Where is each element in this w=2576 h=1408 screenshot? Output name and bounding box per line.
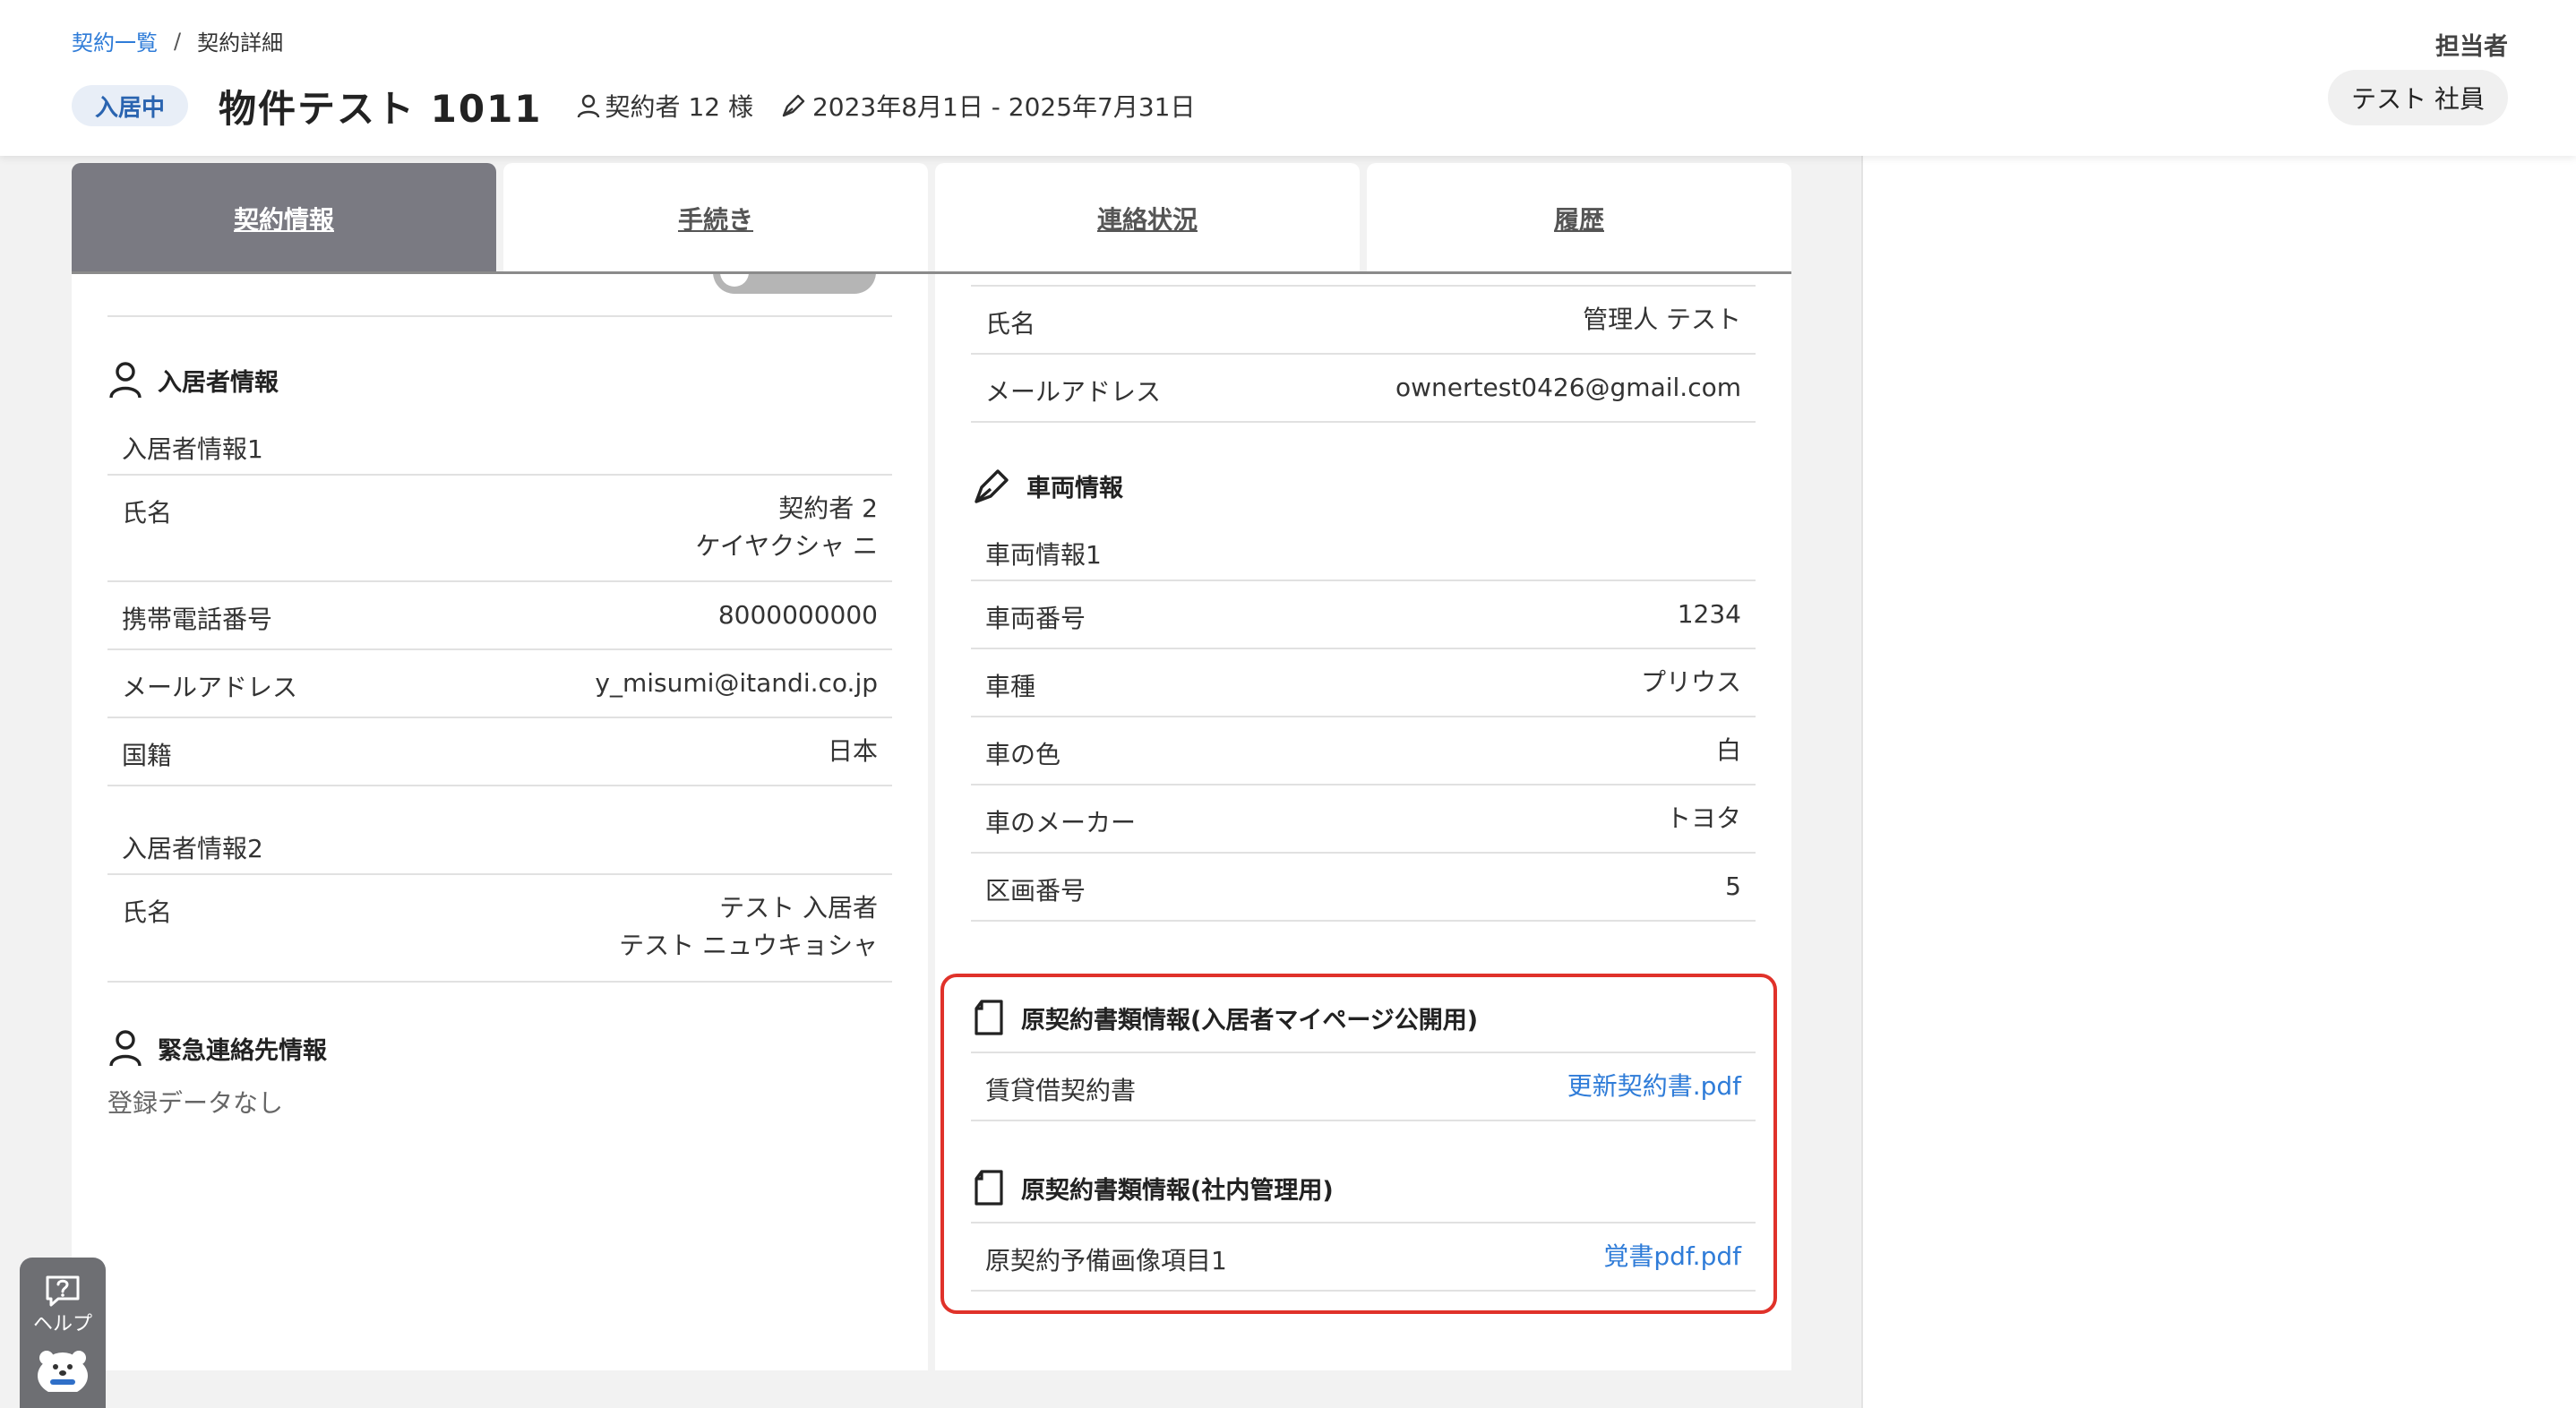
tab-contract-info[interactable]: 契約情報 — [72, 163, 496, 274]
row-label: 氏名 — [985, 309, 1036, 339]
row-value: ownertest0426@gmail.com — [1395, 373, 1741, 402]
table-row: 賃貸借契約書 更新契約書.pdf — [971, 1053, 1756, 1121]
table-row: 国籍 日本 — [107, 718, 892, 786]
breadcrumb: 契約一覧 / 契約詳細 — [72, 25, 283, 56]
row-value: トヨタ — [1665, 803, 1741, 833]
row-value: y_misumi@itandi.co.jp — [595, 668, 878, 698]
table-row: 原契約予備画像項目1 覚書pdf.pdf — [971, 1223, 1756, 1292]
row-label: メールアドレス — [985, 377, 1162, 407]
breadcrumb-separator: / — [174, 28, 182, 54]
page-header: 契約一覧 / 契約詳細 入居中 物件テスト 1011 契約者 12 様 2023… — [0, 0, 2576, 156]
row-label: 原契約予備画像項目1 — [985, 1246, 1227, 1275]
resident-1-title: 入居者情報1 — [122, 434, 263, 464]
vehicle-heading-text: 車両情報 — [1026, 474, 1123, 502]
table-row: 携帯電話番号 8000000000 — [107, 582, 892, 650]
row-label: 国籍 — [122, 741, 173, 770]
emergency-empty-text: 登録データなし — [107, 1088, 284, 1118]
internal-documents-heading-text: 原契約書類情報(社内管理用) — [1021, 1176, 1334, 1205]
page-title: 物件テスト 1011 — [219, 86, 543, 131]
row-label: 区画番号 — [985, 876, 1086, 906]
table-row: 車種 プリウス — [971, 649, 1756, 717]
row-label: 氏名 — [122, 897, 173, 927]
row-label: 氏名 — [122, 498, 173, 528]
row-label: 車のメーカー — [985, 808, 1137, 837]
emergency-section-heading: 緊急連絡先情報 — [107, 1028, 327, 1068]
vehicle-1-title: 車両情報1 — [985, 540, 1102, 570]
memo-pdf-link[interactable]: 覚書pdf.pdf — [1603, 1220, 1741, 1290]
tab-divider — [72, 271, 1791, 274]
contractor-name: 契約者 12 様 — [605, 92, 753, 122]
help-button[interactable]: ヘルプ — [20, 1258, 106, 1408]
divider — [107, 315, 892, 317]
row-label: 賃貸借契約書 — [985, 1076, 1137, 1105]
pen-icon — [975, 469, 1009, 503]
right-column: 氏名 管理人 テスト メールアドレス ownertest0426@gmail.c… — [935, 274, 1791, 1370]
resident-2-title: 入居者情報2 — [122, 834, 263, 863]
assignee-label: 担当者 — [2435, 33, 2508, 61]
table-row: 車のメーカー トヨタ — [971, 786, 1756, 854]
question-bubble-icon — [46, 1275, 80, 1307]
tab-history[interactable]: 履歴 — [1367, 163, 1791, 274]
row-value: テスト 入居者 テスト ニュウキョシャ — [619, 893, 878, 960]
person-icon — [109, 1030, 142, 1067]
table-row: 車両番号 1234 — [971, 581, 1756, 649]
contract-period-meta: 2023年8月1日 - 2025年7月31日 — [780, 88, 1196, 124]
help-label: ヘルプ — [32, 1313, 92, 1335]
row-value: 白 — [1715, 735, 1741, 765]
row-value: プリウス — [1640, 667, 1741, 697]
row-value: 管理人 テスト — [1583, 305, 1741, 334]
document-icon — [975, 1170, 1003, 1206]
residents-heading-text: 入居者情報 — [158, 368, 279, 397]
title-row: 入居中 物件テスト 1011 契約者 12 様 2023年8月1日 - 2025… — [72, 81, 1195, 131]
table-row: 氏名 管理人 テスト — [971, 287, 1756, 355]
assignee-chip[interactable]: テスト 社員 — [2328, 70, 2508, 125]
document-icon — [975, 1000, 1003, 1035]
right-side-panel — [1861, 156, 2576, 1408]
row-value: 日本 — [827, 736, 878, 766]
person-icon — [109, 362, 142, 399]
contractor-meta: 契約者 12 様 — [577, 88, 753, 124]
table-row: 区画番号 5 — [971, 854, 1756, 922]
breadcrumb-contract-list-link[interactable]: 契約一覧 — [72, 25, 158, 56]
mascot-icon — [38, 1351, 88, 1392]
row-label: 車の色 — [985, 740, 1061, 769]
row-value: 8000000000 — [717, 600, 878, 630]
table-row: 氏名 契約者 2 ケイヤクシャ ニ — [107, 476, 892, 582]
row-value: 5 — [1725, 871, 1741, 901]
table-row: メールアドレス y_misumi@itandi.co.jp — [107, 650, 892, 718]
emergency-heading-text: 緊急連絡先情報 — [158, 1036, 327, 1065]
person-icon — [577, 94, 599, 118]
vehicle-section-heading: 車両情報 — [971, 466, 1123, 505]
partial-toggle[interactable] — [713, 274, 876, 294]
table-row: 氏名 テスト 入居者 テスト ニュウキョシャ — [107, 875, 892, 983]
row-label: メールアドレス — [122, 673, 298, 702]
table-row: 車の色 白 — [971, 717, 1756, 786]
public-documents-heading: 原契約書類情報(入居者マイページ公開用) — [971, 998, 1478, 1037]
row-value: 契約者 2 ケイヤクシャ ニ — [695, 494, 878, 561]
tab-contact-status[interactable]: 連絡状況 — [935, 163, 1360, 274]
row-value: 1234 — [1677, 599, 1741, 629]
table-row: メールアドレス ownertest0426@gmail.com — [971, 355, 1756, 423]
left-column: 入居者情報 入居者情報1 氏名 契約者 2 ケイヤクシャ ニ 携帯電話番号 800… — [72, 274, 928, 1370]
tab-procedures[interactable]: 手続き — [503, 163, 928, 274]
breadcrumb-current: 契約詳細 — [197, 30, 284, 56]
row-label: 携帯電話番号 — [122, 605, 273, 634]
row-label: 車両番号 — [985, 604, 1086, 633]
tab-bar: 契約情報 手続き 連絡状況 履歴 — [72, 163, 1791, 274]
residents-section-heading: 入居者情報 — [107, 360, 279, 399]
public-documents-heading-text: 原契約書類情報(入居者マイページ公開用) — [1021, 1006, 1479, 1035]
pen-icon — [782, 94, 805, 117]
lease-contract-pdf-link[interactable]: 更新契約書.pdf — [1567, 1050, 1741, 1120]
contract-period: 2023年8月1日 - 2025年7月31日 — [811, 92, 1196, 122]
status-badge: 入居中 — [72, 85, 189, 126]
row-label: 車種 — [985, 672, 1036, 701]
internal-documents-heading: 原契約書類情報(社内管理用) — [971, 1168, 1334, 1207]
